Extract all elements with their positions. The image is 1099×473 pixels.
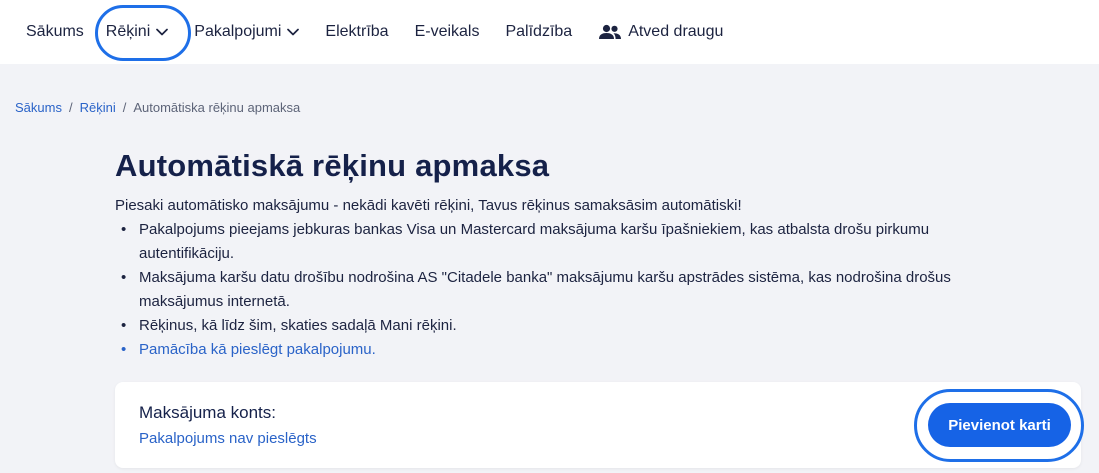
list-item: Pakalpojums pieejams jebkuras bankas Vis… bbox=[115, 218, 1015, 266]
nav-item-label: Palīdzība bbox=[505, 23, 573, 40]
add-card-button[interactable]: Pievienot karti bbox=[928, 403, 1071, 447]
list-item: Rēķinus, kā līdz šim, skaties sadaļā Man… bbox=[115, 314, 1015, 338]
intro-text: Piesaki automātisko maksājumu - nekādi k… bbox=[115, 197, 742, 214]
nav-item-atved-draugu[interactable]: Atved draugu bbox=[598, 23, 723, 41]
nav-item-elektriba[interactable]: Elektrība bbox=[325, 23, 388, 41]
top-navigation: Sākums Rēķini Pakalpojumi Elektrība E-ve… bbox=[0, 0, 1099, 64]
breadcrumb-current: Automātiska rēķinu apmaksa bbox=[133, 100, 301, 115]
breadcrumb-separator: / bbox=[68, 100, 73, 115]
payment-account-label: Maksājuma konts: bbox=[139, 403, 276, 422]
nav-item-pakalpojumi[interactable]: Pakalpojumi bbox=[194, 23, 300, 41]
breadcrumb-separator: / bbox=[122, 100, 127, 115]
payment-account-status: Pakalpojums nav pieslēgts bbox=[139, 430, 317, 447]
nav-item-sakums[interactable]: Sākums bbox=[26, 23, 84, 41]
main-content: Automātiskā rēķinu apmaksa Piesaki autom… bbox=[115, 148, 1045, 362]
nav-item-rekini[interactable]: Rēķini bbox=[105, 23, 169, 41]
breadcrumb: Sākums / Rēķini / Automātiska rēķinu apm… bbox=[15, 100, 300, 115]
chevron-down-icon bbox=[287, 28, 300, 36]
list-item: Maksājuma karšu datu drošību nodrošina A… bbox=[115, 266, 1015, 314]
nav-item-label: Sākums bbox=[26, 23, 84, 40]
guide-link[interactable]: Pamācība kā pieslēgt pakalpojumu. bbox=[115, 338, 1015, 362]
breadcrumb-link-rekini[interactable]: Rēķini bbox=[80, 100, 116, 115]
info-list: Pakalpojums pieejams jebkuras bankas Vis… bbox=[115, 218, 1045, 362]
people-icon bbox=[598, 24, 622, 40]
breadcrumb-link-sakums[interactable]: Sākums bbox=[15, 100, 62, 115]
nav-item-label: Atved draugu bbox=[628, 23, 724, 40]
nav-item-label: Rēķini bbox=[105, 23, 151, 40]
nav-item-e-veikals[interactable]: E-veikals bbox=[415, 23, 480, 41]
nav-item-label: Elektrība bbox=[325, 23, 389, 40]
nav-item-label: Pakalpojumi bbox=[194, 23, 282, 40]
nav-item-palidziba[interactable]: Palīdzība bbox=[505, 23, 572, 41]
nav-item-label: E-veikals bbox=[414, 23, 480, 40]
chevron-down-icon bbox=[156, 28, 169, 36]
page-title: Automātiskā rēķinu apmaksa bbox=[115, 148, 550, 183]
